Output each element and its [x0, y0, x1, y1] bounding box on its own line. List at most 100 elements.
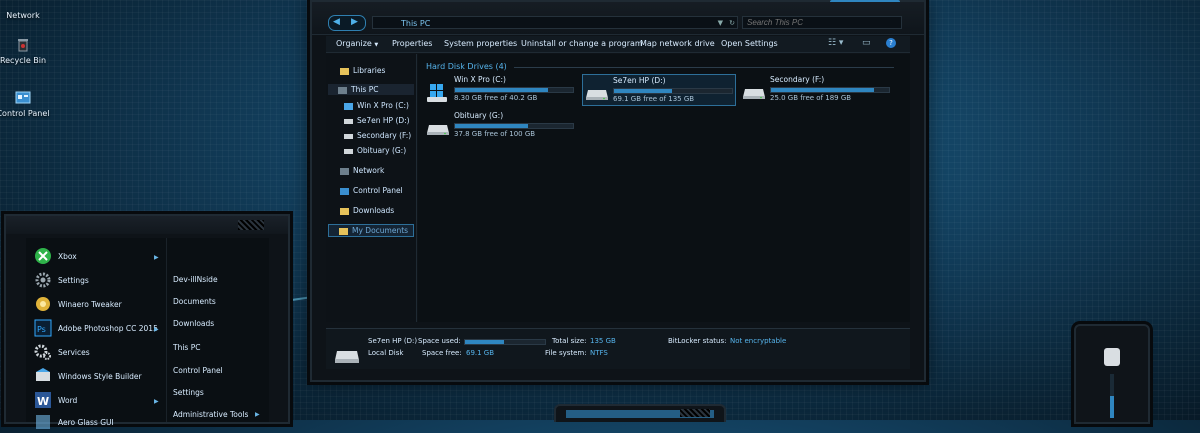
hard-drive-icon — [344, 118, 353, 124]
nav-label: Se7en HP (D:) — [357, 116, 410, 125]
start-item-label: Adobe Photoshop CC 2015 — [58, 324, 158, 333]
nav-item-downloads[interactable]: Downloads — [340, 206, 394, 215]
taskbar-fragment — [554, 404, 726, 422]
drive-name: Win X Pro (C:) — [454, 75, 506, 84]
hard-drive-icon — [334, 347, 360, 365]
nav-item-drive-d[interactable]: Se7en HP (D:) — [344, 116, 410, 125]
nav-label: This PC — [351, 85, 379, 94]
svg-text:Ps: Ps — [37, 325, 46, 334]
drive-usage-bar — [454, 87, 574, 93]
gadget-button-icon[interactable] — [1104, 348, 1120, 366]
open-settings-button[interactable]: Open Settings — [721, 39, 778, 48]
properties-button[interactable]: Properties — [392, 39, 432, 48]
group-header-hard-disk-drives[interactable]: Hard Disk Drives (4) — [426, 62, 507, 71]
explorer-titlebar: ◀ ▶ This PC ▼ ↻ — [312, 2, 924, 35]
nav-label: Control Panel — [353, 186, 403, 195]
hard-drive-icon — [344, 148, 353, 154]
refresh-icon[interactable]: ↻ — [729, 17, 735, 30]
system-properties-button[interactable]: System properties — [444, 39, 517, 48]
start-item-settings[interactable]: Settings — [35, 272, 89, 288]
view-options-icon[interactable]: ☷ ▾ — [828, 38, 843, 48]
submenu-arrow-icon: ▶ — [154, 398, 159, 405]
nav-item-drive-c[interactable]: Win X Pro (C:) — [344, 101, 409, 110]
desktop-icon-recycle-bin[interactable]: Recycle Bin — [0, 37, 53, 65]
group-divider — [514, 67, 894, 68]
drive-usage-bar — [770, 87, 890, 93]
nav-item-network[interactable]: Network — [340, 166, 384, 175]
nav-buttons: ◀ ▶ — [328, 15, 366, 31]
organize-label: Organize — [336, 39, 372, 48]
nav-item-drive-g[interactable]: Obituary (G:) — [344, 146, 406, 155]
back-arrow-icon[interactable]: ◀ — [333, 17, 340, 27]
start-item-label: Word — [58, 396, 78, 405]
total-size-value: 135 GB — [590, 337, 616, 345]
nav-label: Downloads — [353, 206, 395, 215]
drive-tile-f[interactable]: Secondary (F:) 25.0 GB free of 189 GB — [740, 74, 892, 104]
space-free-value: 69.1 GB — [466, 349, 495, 357]
chevron-down-icon: ▼ — [374, 42, 379, 48]
drive-tile-c[interactable]: Win X Pro (C:) 8.30 GB free of 40.2 GB — [424, 74, 576, 104]
start-place-documents[interactable]: Documents — [173, 297, 216, 306]
nav-label: Secondary (F:) — [357, 131, 412, 140]
bitlocker-value: Not encryptable — [730, 337, 787, 345]
start-item-label: Xbox — [58, 252, 77, 261]
drive-free-space: 8.30 GB free of 40.2 GB — [454, 94, 538, 102]
start-place-user[interactable]: Dev-illNside — [173, 275, 218, 284]
preview-pane-icon[interactable]: ▭ — [862, 38, 871, 48]
explorer-window: ◀ ▶ This PC ▼ ↻ Organize ▼ Properties Sy… — [310, 0, 926, 382]
nav-label: Win X Pro (C:) — [357, 101, 409, 110]
recycle-bin-icon — [15, 37, 31, 53]
desktop-icon-control-panel[interactable]: Control Panel — [0, 90, 53, 118]
nav-item-libraries[interactable]: Libraries — [340, 66, 385, 75]
nav-label: Libraries — [353, 66, 386, 75]
aero-glass-icon — [34, 413, 52, 429]
start-item-word[interactable]: W Word — [35, 392, 78, 408]
wallpaper-glow-line — [899, 0, 1194, 2]
bitlocker-label: BitLocker status: — [668, 337, 727, 345]
start-item-windows-style-builder[interactable]: Windows Style Builder — [36, 368, 142, 381]
forward-arrow-icon[interactable]: ▶ — [351, 17, 358, 27]
windows-drive-icon — [344, 102, 353, 110]
start-item-winaero-tweaker[interactable]: Winaero Tweaker — [36, 297, 122, 311]
help-icon[interactable]: ? — [886, 38, 896, 48]
word-icon: W — [34, 391, 52, 408]
uninstall-program-button[interactable]: Uninstall or change a program — [521, 39, 643, 48]
start-item-label: Winaero Tweaker — [58, 300, 122, 309]
desktop-icon-network[interactable]: Network — [0, 0, 53, 20]
map-network-drive-button[interactable]: Map network drive — [640, 39, 715, 48]
drive-usage-bar — [454, 123, 574, 129]
start-item-aero-glass-gui[interactable]: Aero Glass GUI — [36, 415, 114, 429]
start-place-settings[interactable]: Settings — [173, 388, 204, 397]
nav-item-drive-f[interactable]: Secondary (F:) — [344, 131, 411, 140]
computer-icon — [338, 86, 347, 94]
nav-item-my-documents[interactable]: My Documents — [328, 224, 414, 237]
start-place-downloads[interactable]: Downloads — [173, 319, 214, 328]
start-place-this-pc[interactable]: This PC — [173, 343, 200, 352]
nav-label: My Documents — [352, 226, 409, 235]
drive-tile-d[interactable]: Se7en HP (D:) 69.1 GB free of 135 GB — [582, 74, 736, 106]
windows-drive-icon — [426, 84, 450, 102]
drive-tile-g[interactable]: Obituary (G:) 37.8 GB free of 100 GB — [424, 110, 576, 140]
xbox-icon — [34, 247, 52, 264]
nav-item-this-pc[interactable]: This PC — [328, 84, 414, 95]
organize-button[interactable]: Organize ▼ — [336, 39, 378, 48]
search-input[interactable] — [742, 16, 902, 29]
start-item-photoshop[interactable]: Ps Adobe Photoshop CC 2015 — [34, 319, 158, 337]
desktop-icon-label: Control Panel — [0, 109, 50, 118]
nav-label: Network — [353, 166, 385, 175]
address-bar[interactable]: This PC ▼ ↻ — [372, 16, 738, 29]
nav-label: Obituary (G:) — [357, 146, 407, 155]
start-item-xbox[interactable]: Xbox — [35, 248, 77, 264]
start-place-control-panel[interactable]: Control Panel — [173, 366, 223, 375]
start-place-administrative-tools[interactable]: Administrative Tools — [173, 410, 248, 419]
submenu-arrow-icon: ▶ — [255, 411, 260, 418]
nav-item-control-panel[interactable]: Control Panel — [340, 186, 403, 195]
drive-free-space: 37.8 GB free of 100 GB — [454, 130, 536, 138]
start-item-services[interactable]: Services — [34, 344, 90, 360]
folder-icon — [339, 227, 348, 235]
start-menu-programs: Xbox ▶ Settings Winaero Tweaker Ps Adobe… — [26, 238, 166, 429]
chevron-down-icon[interactable]: ▼ — [718, 17, 723, 30]
style-builder-icon — [34, 367, 52, 383]
decorative-stripes — [238, 220, 264, 230]
space-free-label: Space free: — [422, 349, 462, 357]
